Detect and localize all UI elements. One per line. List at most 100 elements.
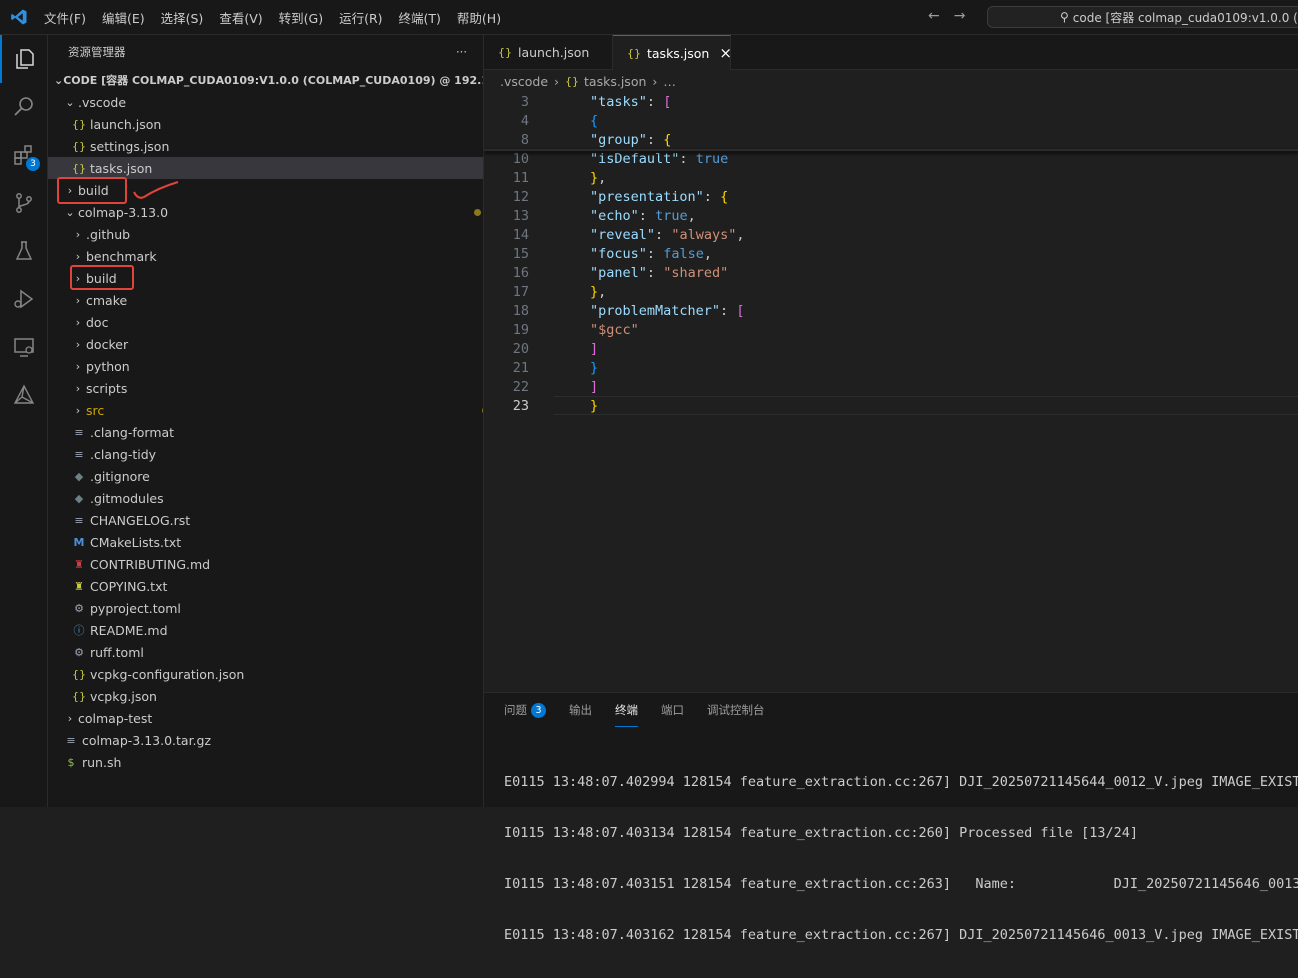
current-line-highlight <box>554 396 1298 415</box>
annotation-box <box>70 265 134 290</box>
tree-item-label: COPYING.txt <box>90 578 168 594</box>
folder-item[interactable]: › src <box>48 399 483 421</box>
explorer-header: 资源管理器 ··· <box>48 35 483 69</box>
breadcrumb-folder[interactable]: .vscode <box>500 74 548 89</box>
workspace-root-label: CODE [容器 COLMAP_CUDA0109:V1.0.0 (COLMAP_… <box>63 74 483 87</box>
file-type-icon: ♜ <box>74 557 84 571</box>
file-item[interactable]: {} launch.json <box>48 113 483 135</box>
testing-activity[interactable] <box>0 227 48 275</box>
file-item[interactable]: ≡ .clang-tidy <box>48 443 483 465</box>
explorer-sidebar: 资源管理器 ··· ⌄ CODE [容器 COLMAP_CUDA0109:V1.… <box>48 35 484 807</box>
file-type-icon: {} <box>72 139 86 153</box>
tab-debug-console[interactable]: 调试控制台 <box>707 693 765 727</box>
code-text: { <box>590 112 599 129</box>
file-item[interactable]: ⚙ ruff.toml <box>48 641 483 663</box>
folder-item[interactable]: › colmap-test <box>48 707 483 729</box>
terminal-output[interactable]: E0115 13:48:07.402994 128154 feature_ext… <box>504 740 1298 978</box>
folder-item[interactable]: › python <box>48 355 483 377</box>
menu-go[interactable]: 转到(G) <box>279 8 323 27</box>
tree-item-label: .gitignore <box>90 468 150 484</box>
menu-terminal[interactable]: 终端(T) <box>399 8 441 27</box>
folder-item[interactable]: ⌄ .vscode <box>48 91 483 113</box>
file-item[interactable]: {} settings.json <box>48 135 483 157</box>
file-item[interactable]: {} vcpkg.json <box>48 685 483 707</box>
breadcrumb: .vscode › {} tasks.json › … <box>484 70 1298 92</box>
breadcrumb-file[interactable]: tasks.json <box>584 74 646 89</box>
flask-icon <box>15 241 33 260</box>
file-item[interactable]: M CMakeLists.txt <box>48 531 483 553</box>
code-text: "tasks": [ <box>590 93 672 110</box>
file-item[interactable]: ≡ .clang-format <box>48 421 483 443</box>
code-editor[interactable]: 3 "tasks": [4{8 "group": {10 "isDefault": t… <box>484 92 1298 692</box>
tree-item-label: colmap-3.13.0 <box>78 204 169 220</box>
chevron-right-icon: › <box>75 403 81 417</box>
chevron-down-icon: ⌄ <box>54 73 64 87</box>
folder-item[interactable]: › .github <box>48 223 483 245</box>
tree-item-label: pyproject.toml <box>90 600 181 616</box>
file-type-icon: ◆ <box>74 469 84 483</box>
source-control-activity[interactable] <box>0 179 48 227</box>
run-debug-activity[interactable] <box>0 275 48 323</box>
menu-selection[interactable]: 选择(S) <box>161 8 204 27</box>
tab-problems[interactable]: 问题 3 <box>504 693 546 727</box>
file-item[interactable]: ≡ colmap-3.13.0.tar.gz <box>48 729 483 751</box>
menu-edit[interactable]: 编辑(E) <box>102 8 145 27</box>
tree-item-label: vcpkg-configuration.json <box>90 666 245 682</box>
menu-bar: 文件(F) 编辑(E) 选择(S) 查看(V) 转到(G) 运行(R) 终端(T… <box>36 0 509 35</box>
menu-file[interactable]: 文件(F) <box>44 8 86 27</box>
tree-item-label: .clang-format <box>90 424 175 440</box>
menu-help[interactable]: 帮助(H) <box>457 8 501 27</box>
folder-item[interactable]: › cmake <box>48 289 483 311</box>
code-line: 17}, <box>484 282 1298 301</box>
cmake-activity[interactable] <box>0 371 48 419</box>
file-item[interactable]: ♜ COPYING.txt <box>48 575 483 597</box>
file-type-icon: ⓘ <box>73 624 85 637</box>
tree-item-label: ruff.toml <box>90 644 144 660</box>
file-item[interactable]: ≡ CHANGELOG.rst <box>48 509 483 531</box>
tab-launch-json[interactable]: {} launch.json <box>484 35 613 70</box>
more-actions-icon[interactable]: ··· <box>456 45 467 59</box>
forward-arrow-icon[interactable]: → <box>954 8 966 24</box>
tree-item-label: CMakeLists.txt <box>90 534 182 550</box>
folder-item[interactable]: › benchmark <box>48 245 483 267</box>
close-icon[interactable]: × <box>719 44 732 62</box>
file-item[interactable]: ◆ .gitignore <box>48 465 483 487</box>
breadcrumb-rest[interactable]: … <box>663 74 676 89</box>
search-activity[interactable] <box>0 83 48 131</box>
tab-terminal[interactable]: 终端 <box>615 693 638 727</box>
file-item[interactable]: {} tasks.json <box>48 157 483 179</box>
tree-item-label: benchmark <box>86 248 157 264</box>
folder-item[interactable]: › doc <box>48 311 483 333</box>
back-arrow-icon[interactable]: ← <box>928 8 940 24</box>
folder-item[interactable]: › scripts <box>48 377 483 399</box>
problems-badge: 3 <box>531 702 546 718</box>
line-number: 14 <box>512 226 529 243</box>
code-line: 20] <box>484 339 1298 358</box>
tab-tasks-json[interactable]: {} tasks.json × <box>613 35 732 70</box>
extensions-activity[interactable]: 3 <box>0 131 48 179</box>
workspace-root[interactable]: ⌄ CODE [容器 COLMAP_CUDA0109:V1.0.0 (COLMA… <box>48 69 483 91</box>
menu-view[interactable]: 查看(V) <box>219 8 262 27</box>
file-item[interactable]: {} vcpkg-configuration.json <box>48 663 483 685</box>
menu-run[interactable]: 运行(R) <box>339 8 382 27</box>
file-item[interactable]: ◆ .gitmodules <box>48 487 483 509</box>
line-number: 12 <box>512 188 529 205</box>
line-number: 11 <box>512 169 529 186</box>
remote-explorer-activity[interactable] <box>0 323 48 371</box>
file-item[interactable]: $ run.sh <box>48 751 483 773</box>
file-item[interactable]: ♜ CONTRIBUTING.md <box>48 553 483 575</box>
tab-label: 问题 <box>504 703 527 717</box>
code-line: 22] <box>484 377 1298 396</box>
line-number: 22 <box>512 378 529 395</box>
tab-output[interactable]: 输出 <box>569 693 592 727</box>
folder-item[interactable]: › docker <box>48 333 483 355</box>
folder-item[interactable]: ⌄ colmap-3.13.0 <box>48 201 483 223</box>
file-item[interactable]: ⚙ pyproject.toml <box>48 597 483 619</box>
explorer-activity[interactable] <box>0 35 48 83</box>
file-type-icon: ⚙ <box>74 645 84 659</box>
file-item[interactable]: ⓘ README.md <box>48 619 483 641</box>
tab-ports[interactable]: 端口 <box>661 693 684 727</box>
file-type-icon: ≡ <box>74 425 84 439</box>
command-center[interactable]: ⚲ code [容器 colmap_cuda0109:v1.0.0 ( <box>987 6 1298 28</box>
code-text: "reveal": "always", <box>590 226 745 243</box>
